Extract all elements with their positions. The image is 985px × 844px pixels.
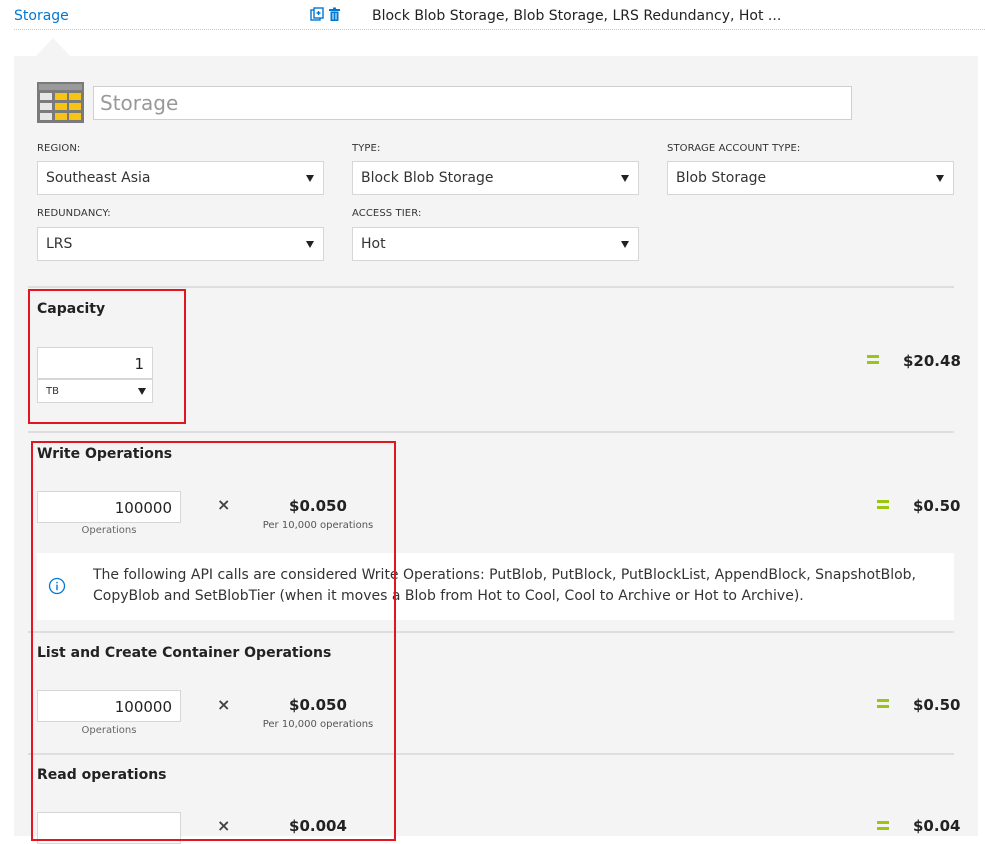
equals-icon [877, 500, 889, 509]
redundancy-label: REDUNDANCY: [37, 208, 111, 219]
account-type-label: STORAGE ACCOUNT TYPE: [667, 143, 801, 154]
configuration-summary: Block Blob Storage, Blob Storage, LRS Re… [372, 8, 782, 24]
write-ops-title: Write Operations [37, 446, 173, 462]
list-ops-total: $0.50 [913, 696, 961, 714]
region-value: Southeast Asia [46, 170, 151, 186]
chevron-down-icon [138, 388, 146, 395]
region-select[interactable]: Southeast Asia [37, 161, 324, 195]
capacity-total: $20.48 [903, 352, 961, 370]
section-divider [28, 286, 954, 288]
capacity-unit-value: TB [46, 386, 59, 397]
chevron-down-icon [306, 241, 314, 248]
multiply-icon: × [217, 816, 231, 835]
read-ops-total: $0.04 [913, 817, 961, 835]
capacity-quantity-input[interactable]: 1 [37, 347, 153, 379]
account-type-value: Blob Storage [676, 170, 767, 186]
chevron-down-icon [936, 175, 944, 182]
access-tier-select[interactable]: Hot [352, 227, 639, 261]
service-title-link[interactable]: Storage [14, 8, 69, 24]
read-ops-quantity-input[interactable] [37, 812, 181, 844]
write-ops-price-unit: Per 10,000 operations [262, 520, 374, 531]
equals-icon [867, 355, 879, 364]
list-ops-quantity-input[interactable]: 100000 [37, 690, 181, 722]
capacity-unit-select[interactable]: TB [37, 379, 153, 403]
section-divider [28, 431, 954, 433]
list-ops-title: List and Create Container Operations [37, 645, 332, 661]
capacity-title: Capacity [37, 301, 106, 317]
write-ops-total: $0.50 [913, 497, 961, 515]
write-ops-unit-price: $0.050 [289, 497, 347, 515]
list-ops-price-unit: Per 10,000 operations [262, 719, 374, 730]
access-tier-label: ACCESS TIER: [352, 208, 422, 219]
trash-icon[interactable] [328, 7, 342, 22]
section-divider [28, 631, 954, 633]
chevron-down-icon [621, 175, 629, 182]
row-actions [310, 7, 342, 22]
list-ops-quantity-label: Operations [81, 725, 137, 736]
chevron-down-icon [621, 241, 629, 248]
read-ops-unit-price: $0.004 [289, 817, 347, 835]
type-label: TYPE: [352, 143, 381, 154]
type-value: Block Blob Storage [361, 170, 494, 186]
type-select[interactable]: Block Blob Storage [352, 161, 639, 195]
section-divider [28, 753, 954, 755]
duplicate-icon[interactable] [310, 7, 324, 22]
write-ops-info-text: The following API calls are considered W… [93, 567, 916, 604]
info-icon [48, 577, 66, 595]
write-ops-quantity-label: Operations [81, 525, 137, 536]
panel-caret [36, 38, 70, 56]
region-label: REGION: [37, 143, 81, 154]
equals-icon [877, 821, 889, 830]
service-name-input[interactable] [93, 86, 852, 120]
access-tier-value: Hot [361, 236, 386, 252]
redundancy-select[interactable]: LRS [37, 227, 324, 261]
storage-config-panel: REGION: Southeast Asia TYPE: Block Blob … [14, 56, 978, 844]
read-ops-title: Read operations [37, 767, 167, 783]
chevron-down-icon [306, 175, 314, 182]
multiply-icon: × [217, 695, 231, 714]
equals-icon [877, 699, 889, 708]
service-row: Storage Block Blob Storage, Blob Storage… [14, 0, 985, 30]
storage-table-icon [37, 82, 84, 123]
redundancy-value: LRS [46, 236, 73, 252]
multiply-icon: × [217, 495, 231, 514]
write-ops-info-box: The following API calls are considered W… [37, 553, 954, 620]
list-ops-unit-price: $0.050 [289, 696, 347, 714]
write-ops-quantity-input[interactable]: 100000 [37, 491, 181, 523]
account-type-select[interactable]: Blob Storage [667, 161, 954, 195]
